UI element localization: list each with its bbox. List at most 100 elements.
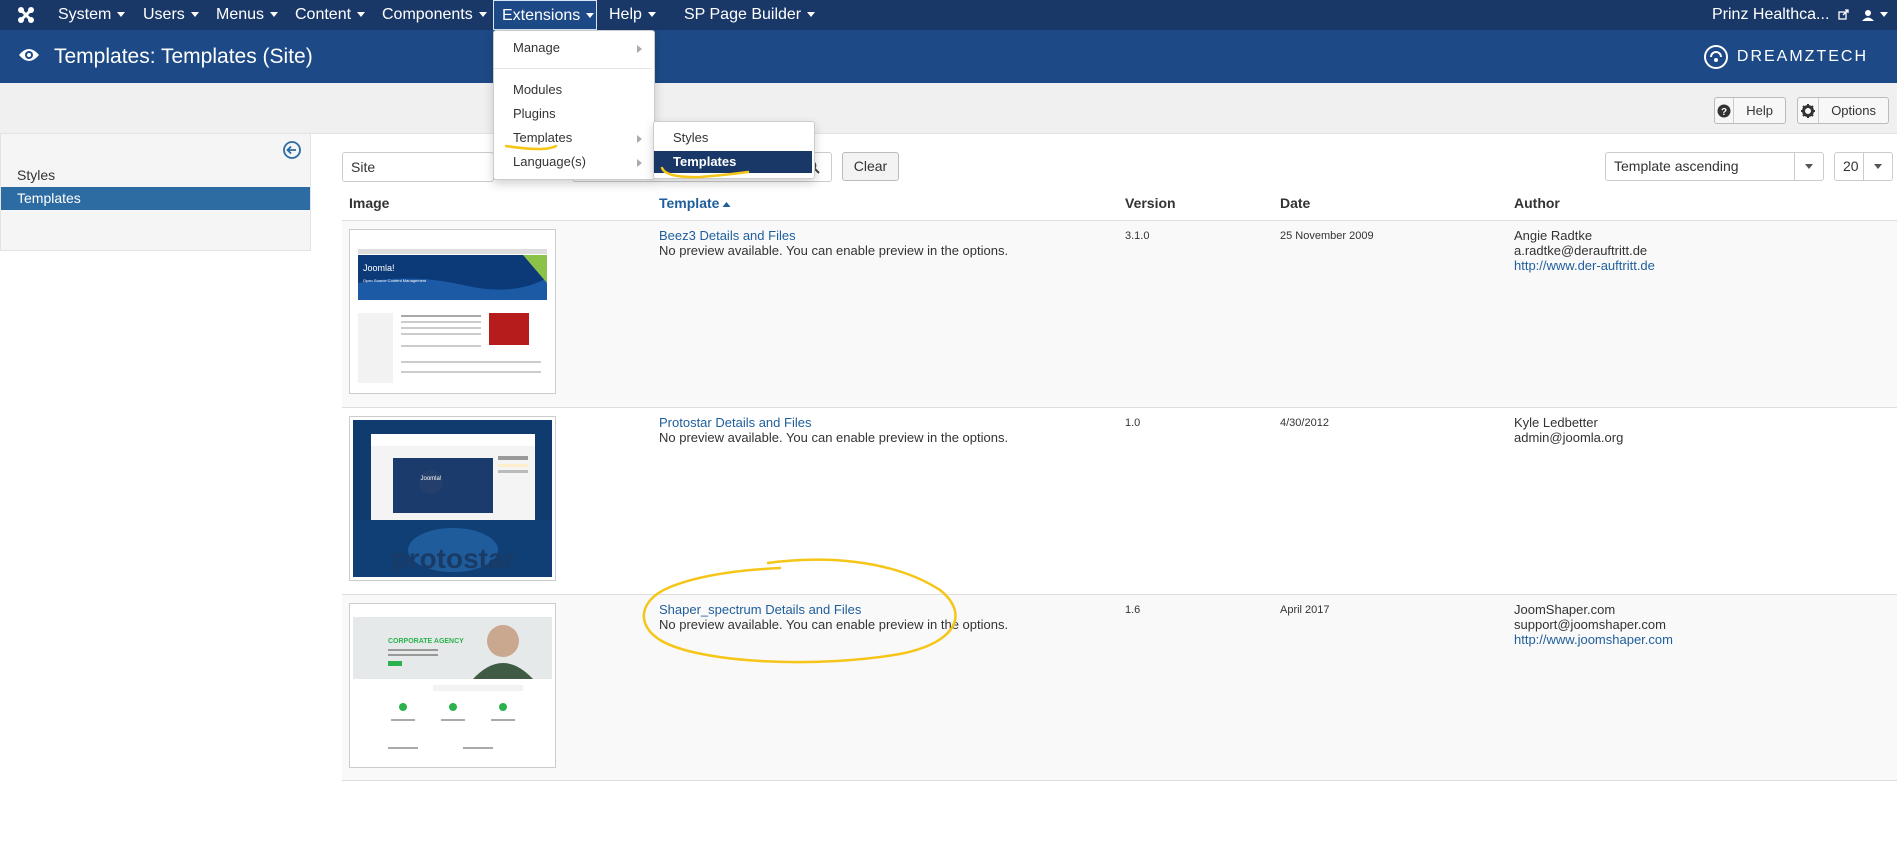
author-url-link[interactable]: http://www.der-auftritt.de — [1514, 257, 1655, 275]
nav-label: System — [58, 6, 112, 23]
client-filter[interactable]: Site — [342, 152, 494, 182]
nav-extensions[interactable]: Extensions — [493, 0, 597, 30]
sidebar-collapse-icon[interactable] — [283, 141, 301, 159]
preview-note: No preview available. You can enable pre… — [659, 243, 1009, 258]
limit-select[interactable]: 20 — [1834, 152, 1893, 181]
column-header-date: Date — [1280, 195, 1311, 211]
menu-item-label: Templates — [673, 154, 737, 169]
sidebar-item-label: Styles — [17, 167, 56, 183]
options-label: Options — [1831, 103, 1876, 118]
date-cell: 4/30/2012 — [1280, 417, 1329, 429]
menu-item-label: Language(s) — [513, 154, 586, 169]
chevron-right-icon — [637, 159, 642, 167]
thumb-title: CORPORATE AGENCY — [388, 638, 464, 645]
submenu-item-styles[interactable]: Styles — [654, 127, 812, 149]
caret-down-icon — [117, 12, 126, 18]
brand-logo: DREAMZTECH — [1703, 44, 1868, 70]
site-name: Prinz Healthca... — [1712, 6, 1830, 23]
nav-users[interactable]: Users — [143, 0, 199, 30]
thumb-title: protostar — [392, 543, 515, 574]
column-header-template[interactable]: Template — [659, 195, 731, 211]
nav-label: SP Page Builder — [684, 6, 802, 23]
caret-down-icon — [807, 12, 816, 18]
dreamztech-logo-icon — [1703, 45, 1728, 69]
sidebar-item-styles[interactable]: Styles — [1, 164, 310, 187]
user-menu[interactable] — [1862, 0, 1888, 30]
options-button[interactable]: Options — [1797, 97, 1889, 124]
page-header: Templates: Templates (Site) DREAMZTECH — [0, 30, 1897, 83]
table-row: Joomla! Open Source Content Management B… — [342, 220, 1897, 407]
version-cell: 1.0 — [1125, 417, 1141, 429]
nav-content[interactable]: Content — [295, 0, 366, 30]
nav-sp-page-builder[interactable]: SP Page Builder — [684, 0, 816, 30]
joomla-logo-icon[interactable] — [15, 4, 37, 26]
menu-item-languages[interactable]: Language(s) — [494, 151, 652, 173]
shaper-spectrum-preview-image: CORPORATE AGENCY — [353, 607, 552, 764]
sidebar-item-label: Templates — [17, 190, 81, 206]
top-navbar: System Users Menus Content Components Ex… — [0, 0, 1897, 30]
nav-components[interactable]: Components — [382, 0, 487, 30]
page-title: Templates: Templates (Site) — [54, 45, 313, 68]
template-thumbnail[interactable]: Joomla! Open Source Content Management — [349, 229, 556, 394]
caret-down-icon — [270, 12, 279, 18]
template-thumbnail[interactable]: Joomla! protostar — [349, 416, 556, 581]
menu-item-label: Styles — [673, 130, 709, 145]
thumb-subtitle: Joomla! — [420, 476, 441, 482]
sidebar-item-templates[interactable]: Templates — [1, 187, 310, 210]
preview-note: No preview available. You can enable pre… — [659, 617, 1009, 632]
limit-select-value: 20 — [1843, 158, 1859, 174]
caret-down-icon — [190, 12, 199, 18]
protostar-preview-image: Joomla! protostar — [353, 420, 552, 577]
submenu-item-templates[interactable]: Templates — [654, 151, 812, 173]
nav-help[interactable]: Help — [609, 0, 656, 30]
sort-select-value: Template ascending — [1614, 158, 1739, 174]
column-header-version: Version — [1125, 195, 1176, 211]
toolbar: ? Help Options — [0, 83, 1897, 134]
eye-icon — [19, 49, 39, 61]
caret-down-icon — [1880, 12, 1888, 18]
site-link[interactable]: Prinz Healthca... — [1712, 0, 1849, 30]
help-button[interactable]: ? Help — [1714, 97, 1786, 124]
caret-down-icon — [478, 12, 487, 18]
nav-menus[interactable]: Menus — [216, 0, 279, 30]
clear-label: Clear — [853, 158, 888, 174]
nav-label: Content — [295, 6, 352, 23]
nav-label: Help — [609, 6, 642, 23]
template-thumbnail[interactable]: CORPORATE AGENCY — [349, 603, 556, 768]
sort-select[interactable]: Template ascending — [1605, 152, 1824, 181]
question-icon: ? — [1715, 98, 1735, 123]
column-header-image: Image — [349, 195, 390, 211]
svg-text:?: ? — [1721, 107, 1727, 118]
menu-divider — [494, 68, 652, 69]
author-email: admin@joomla.org — [1514, 430, 1624, 445]
client-filter-value: Site — [351, 159, 376, 175]
preview-note: No preview available. You can enable pre… — [659, 430, 1009, 445]
chevron-right-icon — [637, 45, 642, 53]
menu-item-manage[interactable]: Manage — [494, 37, 652, 59]
menu-item-templates[interactable]: Templates — [494, 127, 652, 149]
menu-item-label: Modules — [513, 82, 563, 97]
extensions-dropdown-menu: Manage Modules Plugins Templates Languag… — [493, 30, 655, 180]
sidebar: Styles Templates — [0, 133, 311, 251]
menu-item-plugins[interactable]: Plugins — [494, 103, 652, 125]
table-row: CORPORATE AGENCY Shaper_spectrum Details… — [342, 594, 1897, 781]
chevron-right-icon — [637, 135, 642, 143]
sort-asc-icon — [722, 202, 731, 207]
nav-system[interactable]: System — [58, 0, 126, 30]
external-link-icon — [1838, 9, 1849, 20]
nav-label: Menus — [216, 6, 265, 23]
templates-submenu: Styles Templates — [653, 121, 815, 179]
menu-item-label: Plugins — [513, 106, 556, 121]
author-url-link[interactable]: http://www.joomshaper.com — [1514, 631, 1673, 649]
nav-label: Extensions — [502, 7, 581, 24]
menu-item-modules[interactable]: Modules — [494, 79, 652, 101]
help-label: Help — [1746, 103, 1773, 118]
template-header-label: Template — [659, 195, 720, 211]
clear-button[interactable]: Clear — [842, 152, 899, 181]
caret-down-icon — [647, 12, 656, 18]
chevron-down-icon — [1794, 153, 1823, 180]
thumb-title: Joomla! — [363, 263, 395, 273]
date-cell: April 2017 — [1280, 604, 1330, 616]
nav-label: Components — [382, 6, 473, 23]
gear-icon — [1798, 98, 1820, 123]
